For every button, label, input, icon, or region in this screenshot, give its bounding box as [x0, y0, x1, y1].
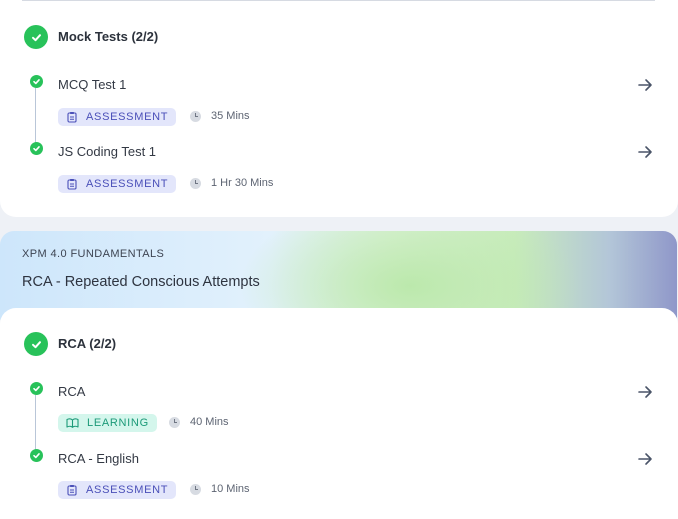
duration: 35 Mins — [190, 110, 250, 122]
duration: 40 Mins — [169, 416, 229, 428]
assessment-badge: ASSESSMENT — [58, 481, 177, 499]
banner-title: RCA - Repeated Conscious Attempts — [22, 274, 260, 290]
item-complete-check-icon — [30, 75, 43, 88]
duration-text: 10 Mins — [211, 483, 250, 495]
clock-icon — [169, 416, 180, 428]
badge-label: LEARNING — [87, 417, 149, 429]
clock-icon — [190, 177, 201, 189]
section-complete-check-icon — [24, 25, 48, 49]
assessment-badge: ASSESSMENT — [58, 108, 177, 126]
section-title: RCA (2/2) — [58, 336, 117, 351]
assessment-badge: ASSESSMENT — [58, 175, 177, 193]
clipboard-icon — [67, 112, 77, 123]
section-complete-check-icon — [24, 332, 48, 356]
item-complete-check-icon — [30, 449, 43, 462]
duration: 1 Hr 30 Mins — [190, 177, 273, 189]
timeline-line — [35, 395, 36, 455]
clock-icon — [190, 483, 201, 495]
badge-label: ASSESSMENT — [86, 111, 169, 123]
arrow-right-icon[interactable] — [636, 76, 654, 94]
book-icon — [66, 418, 79, 428]
item-title[interactable]: MCQ Test 1 — [58, 77, 126, 92]
mock-tests-card: Mock Tests (2/2) MCQ Test 1 ASSESSMENT 3… — [0, 0, 678, 217]
duration-text: 40 Mins — [190, 416, 229, 428]
item-complete-check-icon — [30, 382, 43, 395]
section-title: Mock Tests (2/2) — [58, 29, 159, 44]
arrow-right-icon[interactable] — [636, 143, 654, 161]
item-complete-check-icon — [30, 142, 43, 155]
timeline-line — [35, 88, 36, 148]
clipboard-icon — [67, 485, 77, 496]
divider — [22, 0, 655, 1]
duration: 10 Mins — [190, 483, 250, 495]
item-title[interactable]: RCA — [58, 384, 85, 399]
badge-label: ASSESSMENT — [86, 178, 169, 190]
item-title[interactable]: JS Coding Test 1 — [58, 144, 156, 159]
duration-text: 1 Hr 30 Mins — [211, 177, 274, 189]
badge-label: ASSESSMENT — [86, 484, 169, 496]
learning-badge: LEARNING — [58, 414, 157, 432]
clipboard-icon — [67, 179, 77, 190]
duration-text: 35 Mins — [211, 110, 250, 122]
clock-icon — [190, 110, 201, 122]
rca-card: RCA (2/2) RCA LEARNING 40 Mins RCA - Eng… — [0, 308, 678, 519]
arrow-right-icon[interactable] — [636, 383, 654, 401]
banner-kicker: XPM 4.0 FUNDAMENTALS — [22, 248, 165, 260]
item-title[interactable]: RCA - English — [58, 451, 139, 466]
arrow-right-icon[interactable] — [636, 450, 654, 468]
